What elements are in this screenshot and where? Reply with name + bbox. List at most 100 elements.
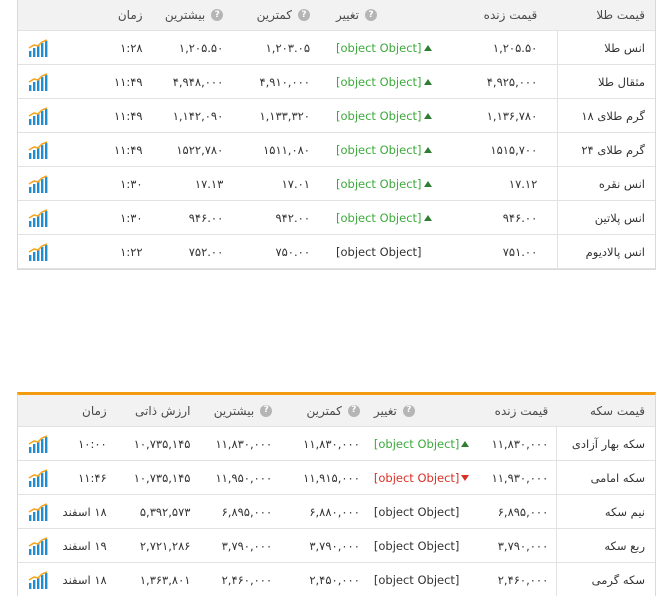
- cell-chart[interactable]: [18, 201, 58, 234]
- cell-high: ۱۷.۱۳: [194, 176, 224, 191]
- cell-low: ۱۱,۹۱۵,۰۰۰: [303, 470, 360, 485]
- chart-icon[interactable]: [28, 140, 48, 159]
- cell-chart[interactable]: [18, 235, 58, 268]
- cell-price: ۳,۷۹۰,۰۰۰: [497, 538, 549, 553]
- change-value: [object Object]: [336, 108, 422, 123]
- cell-name: انس پالادیوم: [557, 235, 655, 268]
- change-value: [object Object]: [336, 142, 422, 157]
- table-row[interactable]: سکه گرمی ۲,۴۶۰,۰۰۰ [object Object] ۲,۴۵۰,۰۰…: [18, 563, 655, 596]
- chart-icon[interactable]: [28, 174, 48, 193]
- header-gold-change: ? تغییر: [330, 0, 454, 30]
- info-icon[interactable]: ?: [298, 9, 310, 21]
- chart-icon[interactable]: [28, 536, 48, 555]
- cell-high: ۱۱,۸۳۰,۰۰۰: [215, 436, 273, 451]
- change-value: [object Object]: [373, 504, 460, 519]
- coin-price-table: قیمت سکه قیمت زنده ? تغییر ? کمترین ? بی…: [17, 392, 656, 596]
- cell-price: ۷۵۱.۰۰: [502, 244, 538, 259]
- table-row[interactable]: سکه بهار آزادی ۱۱,۸۳۰,۰۰۰ [object Object] ۱…: [18, 427, 655, 461]
- change-value: [object Object]: [373, 436, 460, 451]
- table-row[interactable]: انس پالادیوم ۷۵۱.۰۰ [object Object] ۷۵۰.۰۰ ۷…: [18, 235, 655, 269]
- cell-chart[interactable]: [18, 133, 58, 166]
- cell-intrinsic: ۱۰,۷۳۵,۱۴۵: [133, 470, 191, 485]
- table-row[interactable]: گرم طلای ۲۴ ۱۵۱۵,۷۰۰ [object Object] ۱۵۱۱,۰…: [18, 133, 655, 167]
- table-row[interactable]: ربع سکه ۳,۷۹۰,۰۰۰ [object Object] ۳,۷۹۰,۰۰۰…: [18, 529, 655, 563]
- cell-high: ۱,۲۰۵.۵۰: [178, 40, 224, 55]
- header-coin-time: زمان: [82, 403, 107, 418]
- cell-price: ۱۷.۱۲: [508, 176, 538, 191]
- cell-price: ۱۱,۹۳۰,۰۰۰: [491, 470, 549, 485]
- chart-icon[interactable]: [28, 434, 48, 453]
- info-icon[interactable]: ?: [402, 404, 415, 417]
- header-gold-high: ? بیشترین: [143, 0, 228, 30]
- cell-time: ۱۸ اسفند: [62, 572, 107, 587]
- cell-low: ۴,۹۱۰,۰۰۰: [259, 74, 310, 89]
- table-row[interactable]: انس طلا ۱,۲۰۵.۵۰ [object Object] ۱,۲۰۳.۰۵ ۱,…: [18, 31, 655, 65]
- cell-price: ۱۱,۸۳۰,۰۰۰: [491, 436, 549, 451]
- table-row[interactable]: انس نقره ۱۷.۱۲ [object Object] ۱۷.۰۱ ۱۷.۱۳ ۱:…: [18, 167, 655, 201]
- cell-change: [object Object]: [368, 495, 485, 528]
- cell-low: ۱۵۱۱,۰۸۰: [263, 142, 310, 157]
- cell-high: ۱۵۲۲,۷۸۰: [176, 142, 224, 157]
- change-value: [object Object]: [336, 210, 422, 225]
- header-coin-change-label: تغییر: [373, 403, 397, 418]
- chart-icon[interactable]: [28, 570, 48, 589]
- cell-price: ۴,۹۲۵,۰۰۰: [486, 74, 538, 89]
- info-icon[interactable]: ?: [347, 404, 360, 417]
- cell-low: ۱۱,۸۳۰,۰۰۰: [303, 436, 360, 451]
- cell-chart[interactable]: [18, 99, 58, 132]
- change-value: [object Object]: [336, 74, 422, 89]
- arrow-up-icon: [423, 44, 432, 51]
- chart-icon[interactable]: [28, 106, 48, 125]
- cell-time: ۱۱:۴۹: [113, 108, 143, 123]
- cell-intrinsic: ۱۰,۷۳۵,۱۴۵: [133, 436, 191, 451]
- cell-high: ۳,۷۹۰,۰۰۰: [221, 538, 273, 553]
- cell-chart[interactable]: [18, 427, 58, 460]
- cell-change: [object Object]: [368, 427, 485, 460]
- table-row[interactable]: مثقال طلا ۴,۹۲۵,۰۰۰ [object Object] ۴,۹۱۰,۰…: [18, 65, 655, 99]
- arrow-down-icon: [461, 474, 470, 481]
- cell-name: سکه بهار آزادی: [556, 427, 655, 460]
- header-gold-time: زمان: [117, 8, 143, 22]
- table-row[interactable]: انس پلاتین ۹۴۶.۰۰ [object Object] ۹۴۲.۰۰ ۹۴۶…: [18, 201, 655, 235]
- cell-time: ۱:۳۰: [120, 176, 143, 191]
- header-coin-intrinsic: ارزش ذاتی: [135, 403, 191, 418]
- cell-price: ۶,۸۹۵,۰۰۰: [497, 504, 549, 519]
- cell-chart[interactable]: [18, 65, 58, 98]
- cell-price: ۱۵۱۵,۷۰۰: [490, 142, 538, 157]
- cell-chart[interactable]: [18, 31, 58, 64]
- cell-chart[interactable]: [18, 167, 58, 200]
- chart-icon[interactable]: [28, 242, 48, 261]
- cell-chart[interactable]: [18, 495, 58, 528]
- cell-low: ۶,۸۸۰,۰۰۰: [309, 504, 360, 519]
- cell-name: گرم طلای ۲۴: [557, 133, 655, 166]
- chart-icon[interactable]: [28, 208, 48, 227]
- table-row[interactable]: سکه امامی ۱۱,۹۳۰,۰۰۰ [object Object] ۱۱,۹۱۵…: [18, 461, 655, 495]
- cell-chart[interactable]: [18, 529, 58, 562]
- arrow-up-icon: [423, 78, 432, 85]
- chart-icon[interactable]: [28, 38, 48, 57]
- cell-chart[interactable]: [18, 461, 58, 494]
- cell-name: نیم سکه: [556, 495, 655, 528]
- chart-icon[interactable]: [28, 502, 48, 521]
- info-icon[interactable]: ?: [260, 404, 273, 417]
- cell-chart[interactable]: [18, 563, 58, 596]
- cell-change: [object Object]: [330, 167, 454, 200]
- cell-change: [object Object]: [330, 31, 454, 64]
- header-coin-price: قیمت زنده: [494, 403, 549, 418]
- table-row[interactable]: نیم سکه ۶,۸۹۵,۰۰۰ [object Object] ۶,۸۸۰,۰۰۰…: [18, 495, 655, 529]
- change-value: [object Object]: [336, 40, 422, 55]
- table-row[interactable]: گرم طلای ۱۸ ۱,۱۳۶,۷۸۰ [object Object] ۱,۱۳۳…: [18, 99, 655, 133]
- cell-name: انس طلا: [557, 31, 655, 64]
- gold-price-table: قیمت طلا قیمت زنده ? تغییر ? کمترین ? بی…: [17, 0, 656, 270]
- info-icon[interactable]: ?: [211, 9, 224, 21]
- cell-price: ۱,۲۰۵.۵۰: [492, 40, 538, 55]
- chart-icon[interactable]: [28, 72, 48, 91]
- chart-icon[interactable]: [28, 468, 48, 487]
- gold-table-header: قیمت طلا قیمت زنده ? تغییر ? کمترین ? بی…: [18, 0, 655, 31]
- cell-name: انس پلاتین: [557, 201, 655, 234]
- header-gold-price: قیمت زنده: [483, 8, 538, 22]
- cell-low: ۷۵۰.۰۰: [275, 244, 310, 259]
- info-icon[interactable]: ?: [365, 9, 377, 21]
- header-gold-low: ? کمترین: [227, 0, 330, 30]
- cell-low: ۳,۷۹۰,۰۰۰: [309, 538, 360, 553]
